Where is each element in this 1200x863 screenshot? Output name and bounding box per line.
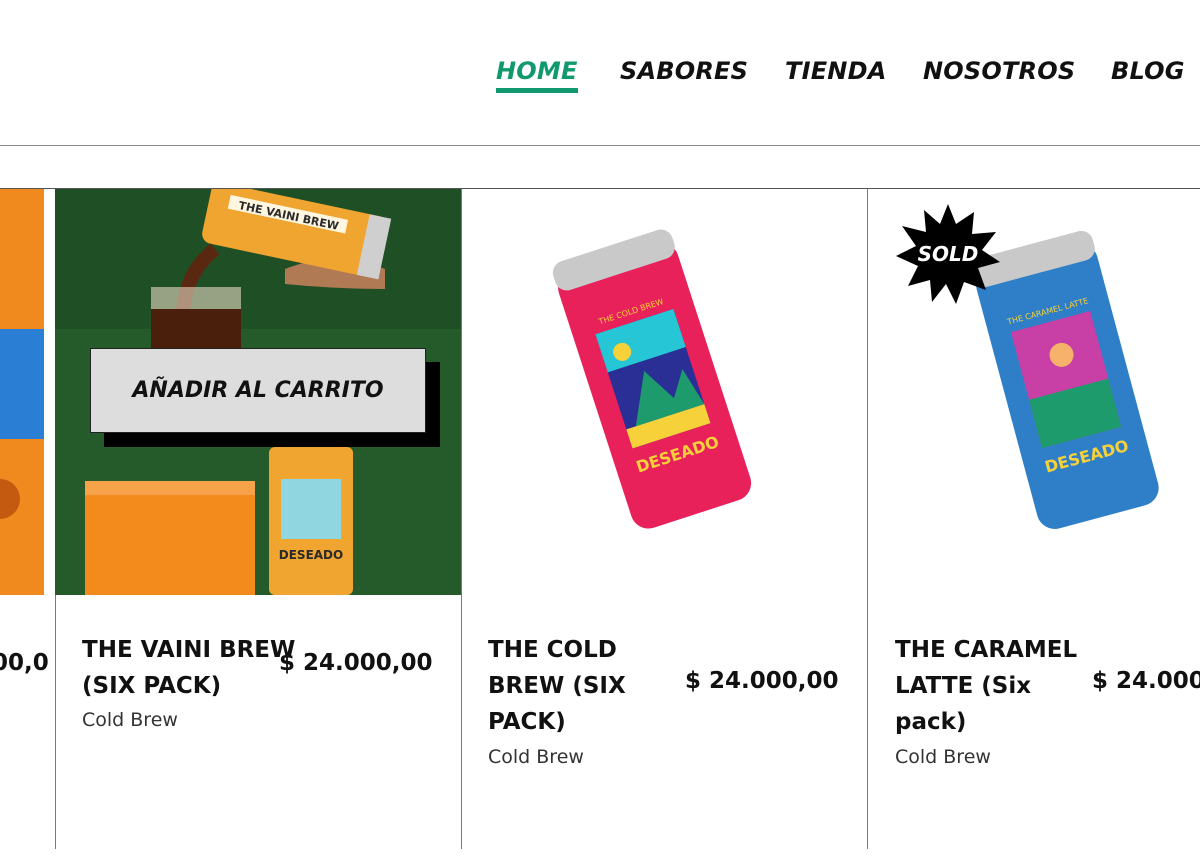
sold-badge: SOLD <box>896 204 1000 304</box>
add-to-cart-button[interactable]: AÑADIR AL CARRITO <box>90 348 426 433</box>
product-title-line: THE COLD <box>488 637 617 663</box>
main-nav: HOME SABORES TIENDA NOSOTROS BLOG <box>0 56 1200 96</box>
product-category[interactable]: Cold Brew <box>895 746 991 768</box>
nav-home[interactable]: HOME <box>496 56 578 93</box>
product-category[interactable]: Cold Brew <box>82 709 178 731</box>
product-image[interactable] <box>0 189 44 595</box>
product-price: $ 24.000,00 <box>279 650 433 676</box>
product-title[interactable]: THE COLD BREW (SIX PACK) <box>488 632 626 740</box>
nav-nosotros[interactable]: NOSOTROS <box>923 56 1075 86</box>
product-price: 00,0 <box>0 650 49 676</box>
product-title[interactable]: THE CARAMEL LATTE (Six pack) <box>895 632 1077 740</box>
product-grid: 00,0 THE VAINI BREW DESEADO THE VAINI BR… <box>0 189 1200 863</box>
product-title-line: THE VAINI BREW <box>82 637 296 663</box>
can-brand: DESEADO <box>279 548 343 562</box>
product-title-line: BREW (SIX <box>488 673 626 699</box>
nav-tienda[interactable]: TIENDA <box>785 56 886 86</box>
sold-badge-label: SOLD <box>917 242 979 266</box>
product-price: $ 24.000 <box>1092 668 1200 694</box>
nav-sabores[interactable]: SABORES <box>620 56 748 86</box>
product-title-line: pack) <box>895 709 967 735</box>
filter-band <box>0 146 1200 189</box>
product-image[interactable]: THE COLD BREW DESEADO <box>462 189 867 595</box>
product-title[interactable]: THE VAINI BREW (SIX PACK) <box>82 632 295 704</box>
product-category[interactable]: Cold Brew <box>488 746 584 768</box>
nav-blog[interactable]: BLOG <box>1111 56 1185 86</box>
product-card[interactable]: THE COLD BREW DESEADO THE COLD BREW (SIX… <box>462 189 868 849</box>
product-title-line: THE CARAMEL <box>895 637 1078 663</box>
product-card[interactable]: THE VAINI BREW DESEADO THE VAINI BREW (S… <box>55 189 462 849</box>
product-price: $ 24.000,00 <box>685 668 839 694</box>
product-title-line: (SIX PACK) <box>82 673 222 699</box>
product-title-line: LATTE (Six <box>895 673 1032 699</box>
site-header: HOME SABORES TIENDA NOSOTROS BLOG <box>0 0 1200 146</box>
product-title-line: PACK) <box>488 709 566 735</box>
product-card-partial[interactable]: 00,0 <box>0 189 56 849</box>
